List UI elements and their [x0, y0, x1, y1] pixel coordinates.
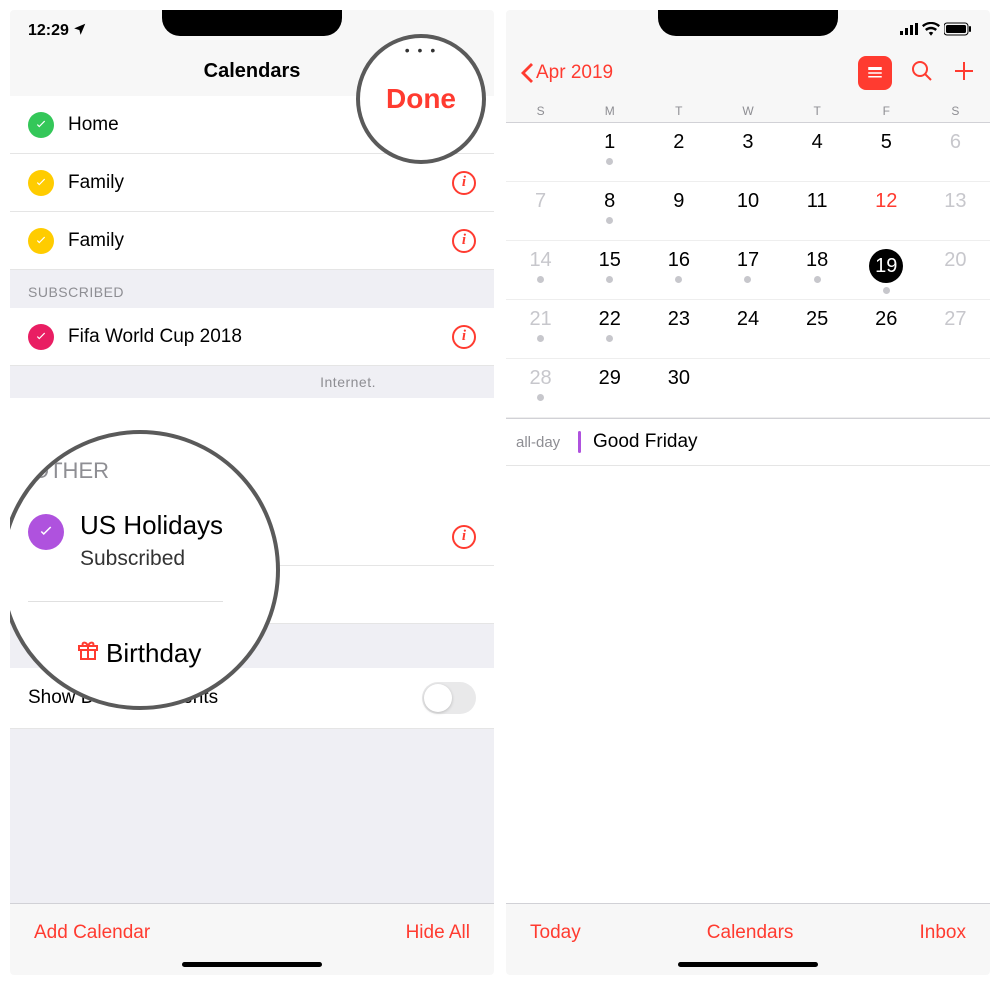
plus-icon	[952, 59, 976, 83]
day-cell[interactable]	[852, 359, 921, 417]
check-icon	[28, 170, 54, 196]
add-button[interactable]	[952, 59, 976, 88]
calendars-button[interactable]: Calendars	[707, 922, 794, 944]
day-cell[interactable]	[713, 359, 782, 417]
back-button[interactable]: Apr 2019	[520, 62, 613, 84]
day-cell[interactable]: 2	[644, 123, 713, 181]
location-icon	[73, 22, 87, 41]
day-cell[interactable]	[506, 123, 575, 181]
search-button[interactable]	[910, 59, 934, 88]
screenshot-left: 12:29 Calendars Done Home i Family i	[10, 10, 494, 975]
day-cell[interactable]: 30	[644, 359, 713, 417]
mag-holiday-name: US Holidays	[80, 510, 223, 541]
day-cell[interactable]: 7	[506, 182, 575, 240]
day-cell[interactable]: 24	[713, 300, 782, 358]
info-icon[interactable]: i	[452, 229, 476, 253]
check-icon	[28, 112, 54, 138]
inbox-button[interactable]: Inbox	[920, 922, 966, 944]
calendar-name: Family	[68, 172, 452, 194]
calendar-name: Fifa World Cup 2018	[68, 326, 452, 348]
day-cell[interactable]: 4	[783, 123, 852, 181]
bottom-bar-left: Add Calendar Hide All	[10, 903, 494, 962]
subscribed-note: Internet.	[10, 366, 494, 398]
day-cell[interactable]: 26	[852, 300, 921, 358]
day-cell[interactable]: 23	[644, 300, 713, 358]
info-icon[interactable]: i	[452, 325, 476, 349]
list-day-icon	[866, 64, 884, 82]
day-cell[interactable]: 6	[921, 123, 990, 181]
day-cell[interactable]: 9	[644, 182, 713, 240]
battery-icon	[944, 22, 972, 41]
day-cell[interactable]: 29	[575, 359, 644, 417]
month-grid[interactable]: 1234567891011121314151617181920212223242…	[506, 123, 990, 418]
day-cell[interactable]	[921, 359, 990, 417]
day-cell[interactable]: 14	[506, 241, 575, 299]
day-cell[interactable]: 10	[713, 182, 782, 240]
mag-birthday-row: Birthday	[28, 638, 201, 669]
day-cell[interactable]: 5	[852, 123, 921, 181]
signal-icon	[900, 22, 918, 40]
nav-title: Calendars	[204, 60, 301, 83]
status-time: 12:29	[28, 22, 69, 40]
day-cell[interactable]: 3	[713, 123, 782, 181]
day-cell[interactable]: 15	[575, 241, 644, 299]
screenshot-right: Apr 2019 S M T W T F S 12345678910111213…	[506, 10, 990, 975]
mag-holiday-sub: Subscribed	[80, 547, 223, 571]
search-icon	[910, 59, 934, 83]
day-cell[interactable]	[783, 359, 852, 417]
nav-header-right: Apr 2019	[506, 46, 990, 100]
calendar-row-fifa[interactable]: Fifa World Cup 2018 i	[10, 308, 494, 366]
day-cell[interactable]: 13	[921, 182, 990, 240]
event-title: Good Friday	[593, 431, 698, 453]
day-cell[interactable]: 8	[575, 182, 644, 240]
notch-right	[658, 10, 838, 36]
day-cell[interactable]: 25	[783, 300, 852, 358]
day-cell[interactable]: 18	[783, 241, 852, 299]
day-cell[interactable]: 1	[575, 123, 644, 181]
add-calendar-button[interactable]: Add Calendar	[34, 922, 150, 944]
day-cell[interactable]: 16	[644, 241, 713, 299]
day-cell[interactable]: 20	[921, 241, 990, 299]
day-cell[interactable]: 17	[713, 241, 782, 299]
wifi-icon	[922, 22, 940, 41]
events-area: all-day Good Friday	[506, 418, 990, 661]
event-row[interactable]: all-day Good Friday	[506, 419, 990, 466]
section-subscribed: SUBSCRIBED	[10, 270, 494, 308]
day-cell[interactable]: 11	[783, 182, 852, 240]
check-icon	[28, 324, 54, 350]
day-cell[interactable]: 27	[921, 300, 990, 358]
day-cell[interactable]: 12	[852, 182, 921, 240]
calendar-row-family2[interactable]: Family i	[10, 212, 494, 270]
bottom-bar-right: Today Calendars Inbox	[506, 903, 990, 962]
home-indicator	[678, 962, 818, 967]
allday-label: all-day	[516, 431, 578, 453]
magnified-done-label: Done	[386, 83, 456, 115]
hide-all-button[interactable]: Hide All	[406, 922, 470, 944]
view-toggle-button[interactable]	[858, 56, 892, 90]
day-cell[interactable]: 21	[506, 300, 575, 358]
toggle-switch[interactable]	[422, 682, 476, 714]
notch-left	[162, 10, 342, 36]
gift-icon	[76, 638, 100, 669]
info-icon[interactable]: i	[452, 525, 476, 549]
check-icon	[28, 228, 54, 254]
home-indicator	[182, 962, 322, 967]
info-icon[interactable]: i	[452, 171, 476, 195]
magnifier-done: • • • Done	[356, 34, 486, 164]
weekday-row: S M T W T F S	[506, 100, 990, 123]
calendar-name: Family	[68, 230, 452, 252]
chevron-left-icon	[520, 63, 534, 83]
magnifier-holidays: OTHER US Holidays Subscribed Birthday	[10, 430, 280, 710]
day-cell[interactable]: 28	[506, 359, 575, 417]
day-cell[interactable]: 22	[575, 300, 644, 358]
day-cell[interactable]: 19	[852, 241, 921, 299]
today-button[interactable]: Today	[530, 922, 581, 944]
check-icon	[28, 514, 64, 550]
event-divider	[578, 431, 581, 453]
